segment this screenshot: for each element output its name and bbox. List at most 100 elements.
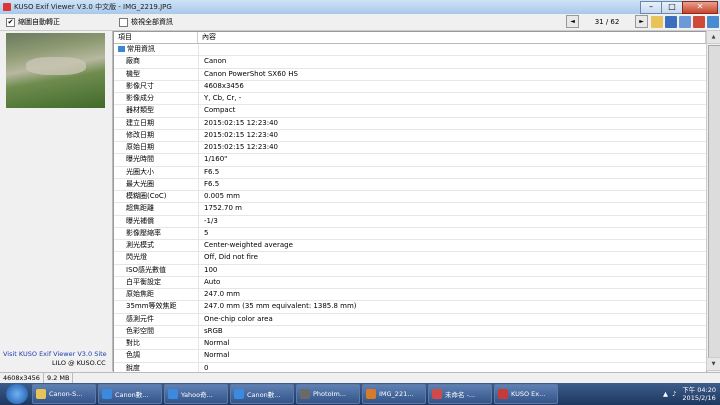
row-item-label: 閃光燈 [114,252,199,264]
scroll-down-icon[interactable]: ▼ [707,357,720,371]
taskbar-item[interactable]: Canon-S... [32,384,96,404]
table-row[interactable]: 光圈大小 F6.5 [114,166,706,179]
clock-time: 下午 04:20 [682,386,716,394]
table-row[interactable]: 色彩空間 sRGB [114,325,706,338]
group-row[interactable]: 常用資訊 [114,44,706,57]
row-item-label: 器材類型 [114,105,199,117]
row-item-label: 影像成分 [114,93,199,105]
table-row[interactable]: 修改日期 2015:02:15 12:23:40 [114,129,706,142]
delete-icon[interactable] [693,15,705,28]
row-item-value: 100 [204,265,218,274]
table-row[interactable]: 35mm等效焦距 247.0 mm (35 mm equivalent: 1385… [114,301,706,314]
table-row[interactable]: 原始日期 2015:02:15 12:23:40 [114,142,706,155]
table-row[interactable]: 白平衡設定 Auto [114,276,706,289]
scroll-thumb[interactable] [708,45,720,359]
row-item-label: 測光模式 [114,240,199,252]
checkbox-unchecked-icon[interactable] [119,17,128,27]
taskbar-item[interactable]: PhotoIm... [296,384,360,404]
clock[interactable]: 下午 04:20 2015/2/16 [682,386,716,402]
minimize-button[interactable]: – [640,1,662,14]
maximize-button[interactable]: □ [661,1,683,14]
row-item-label: 超焦距離 [114,203,199,215]
table-row[interactable]: 模糊圈(CoC) 0.005 mm [114,191,706,204]
volume-icon[interactable]: ♪ [672,390,676,398]
taskbar-item[interactable]: Canon數... [230,384,294,404]
row-item-value: 247.0 mm [204,290,240,298]
row-item-label: 影像壓縮率 [114,227,199,239]
table-row[interactable]: 測光模式 Center-weighted average [114,240,706,253]
table-row[interactable]: 原始焦距 247.0 mm [114,289,706,302]
row-item-value: -1/3 [204,216,218,225]
show-all-label: 檢視全部資訊 [131,18,173,26]
taskbar-item[interactable]: IMG_221... [362,384,426,404]
row-item-label: 曝光補償 [114,215,199,227]
folder-icon [36,389,46,399]
table-row[interactable]: 超焦距離 1752.70 m [114,203,706,216]
photo-thumbnail[interactable] [6,33,105,108]
table-row[interactable]: 色調 Normal [114,350,706,363]
table-row[interactable]: 廠商 Canon [114,56,706,69]
column-header-item[interactable]: 項目 [114,32,198,43]
info-icon[interactable] [707,15,719,28]
left-panel: Visit KUSO Exif Viewer V3.0 Site LILO @ … [0,31,113,371]
table-row[interactable]: 建立日期 2015:02:15 12:23:40 [114,117,706,130]
paint-icon [432,389,442,399]
next-image-button[interactable]: ► [635,15,648,28]
taskbar-item[interactable]: Canon數... [98,384,162,404]
row-item-value: Normal [204,351,230,360]
table-row[interactable]: 影像壓縮率 5 [114,227,706,240]
scroll-up-icon[interactable]: ▲ [707,31,720,44]
close-button[interactable]: ✕ [682,1,718,14]
row-item-value: Compact [204,106,236,115]
table-row[interactable]: 影像尺寸 4608x3456 [114,80,706,93]
status-size: 9.2 MB [44,373,74,383]
row-item-value: Canon [204,57,227,66]
thumbnail-detail [26,57,86,75]
taskbar-item[interactable]: Yahoo奇... [164,384,228,404]
row-item-label: 35mm等效焦距 [114,301,199,313]
auto-rotate-label: 縮圖自動轉正 [18,18,60,26]
taskbar-item[interactable]: KUSO Ex... [494,384,558,404]
table-row[interactable]: 閃光燈 Off, Did not fire [114,252,706,265]
taskbar: Canon-S... Canon數... Yahoo奇... Canon數... Pho… [0,383,720,405]
save-icon[interactable] [665,15,677,28]
start-button[interactable] [6,384,28,404]
row-item-label: 色調 [114,350,199,362]
status-bar: 4608x3456 9.2 MB [0,372,720,383]
table-row[interactable]: 對比 Normal [114,338,706,351]
table-row[interactable]: 影像成分 Y, Cb, Cr, - [114,93,706,106]
taskbar-item[interactable]: 未命名 -... [428,384,492,404]
taskbar-item-label: KUSO Ex... [511,390,546,398]
row-item-value: 1752.70 m [204,204,242,213]
visit-site-link[interactable]: Visit KUSO Exif Viewer V3.0 Site [3,350,107,358]
image-counter: 31 / 62 [594,17,620,26]
table-row[interactable]: 曝光時間 1/160" [114,154,706,167]
table-row[interactable]: ISO感光數值 100 [114,264,706,277]
image-icon [366,389,376,399]
table-row[interactable]: 器材類型 Compact [114,105,706,118]
tray-arrow-icon[interactable]: ▲ [663,390,668,398]
column-header-content[interactable]: 內容 [198,32,706,43]
table-row[interactable]: 機型 Canon PowerShot SX60 HS [114,68,706,81]
row-item-value: 0.005 mm [204,192,240,200]
lilo-credit: LILO @ KUSO.CC [52,359,106,367]
row-item-value: Y, Cb, Cr, - [204,94,242,102]
vertical-scrollbar[interactable]: ▲ ▼ [706,31,720,371]
row-item-value: sRGB [204,326,223,335]
show-all-checkbox[interactable]: 檢視全部資訊 [119,17,173,27]
group-expand-icon[interactable] [118,46,125,52]
taskbar-item-label: Canon-S... [49,390,83,398]
checkbox-checked-icon[interactable]: ✔ [6,17,15,27]
row-item-value: Off, Did not fire [204,253,258,262]
prev-image-button[interactable]: ◄ [566,15,579,28]
taskbar-item-label: Yahoo奇... [181,391,213,399]
auto-rotate-checkbox[interactable]: ✔ 縮圖自動轉正 [6,17,60,27]
open-folder-icon[interactable] [651,15,663,28]
row-item-label: 原始焦距 [114,289,199,301]
copy-icon[interactable] [679,15,691,28]
row-item-label: 色彩空間 [114,325,199,337]
table-row[interactable]: 曝光補償 -1/3 [114,215,706,228]
table-row[interactable]: 感測元件 One-chip color area [114,313,706,326]
ie-icon [102,389,112,399]
table-row[interactable]: 最大光圈 F6.5 [114,178,706,191]
